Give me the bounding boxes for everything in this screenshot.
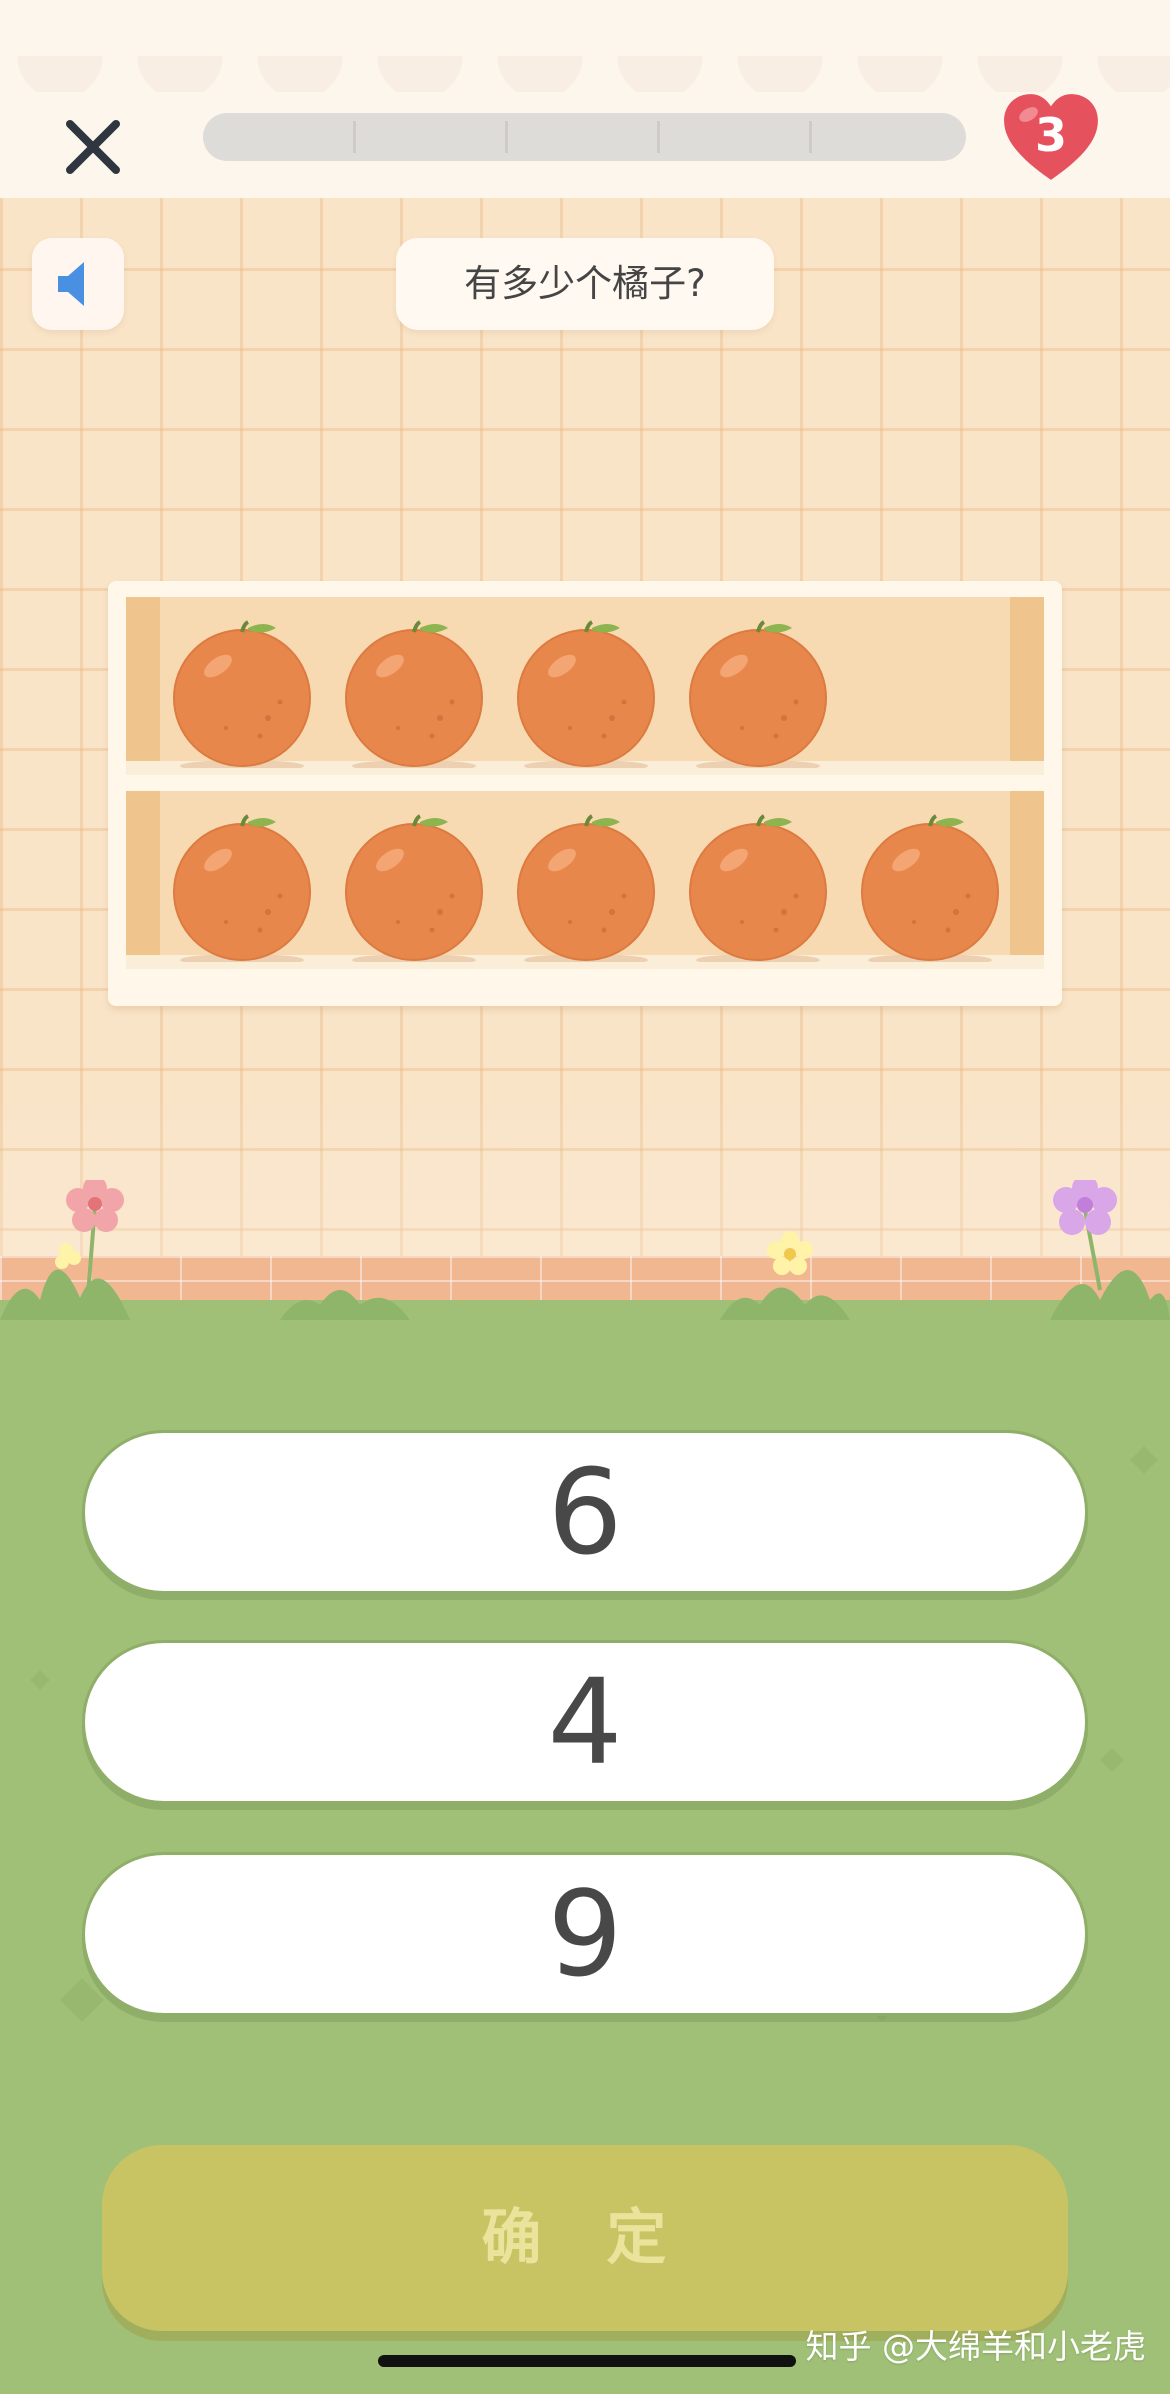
answer-option-1[interactable]: 6	[82, 1430, 1088, 1594]
progress-divider	[353, 121, 356, 153]
confirm-button[interactable]: 确 定	[102, 2145, 1068, 2331]
orange	[168, 812, 316, 966]
orange	[340, 618, 488, 772]
answer-option-2[interactable]: 4	[82, 1640, 1088, 1804]
orange	[340, 812, 488, 966]
orange	[512, 618, 660, 772]
top-bar	[0, 0, 1170, 198]
home-indicator	[378, 2355, 796, 2367]
sound-button[interactable]	[32, 238, 124, 330]
progress-divider	[809, 121, 812, 153]
close-button[interactable]	[58, 112, 128, 182]
orange	[856, 812, 1004, 966]
question-text: 有多少个橘子?	[396, 238, 774, 330]
answer-option-3[interactable]: 9	[82, 1852, 1088, 2016]
grass-decoration	[0, 1180, 1170, 1320]
awning-scallop	[0, 56, 1170, 92]
orange	[684, 812, 832, 966]
orange	[168, 618, 316, 772]
speaker-icon	[58, 262, 84, 306]
watermark: 知乎 @大绵羊和小老虎	[805, 2327, 1147, 2366]
progress-divider	[657, 121, 660, 153]
progress-divider	[505, 121, 508, 153]
lives-count: 3	[1034, 108, 1067, 162]
orange	[512, 812, 660, 966]
orange	[684, 618, 832, 772]
progress-bar	[203, 113, 966, 161]
close-icon	[66, 120, 120, 174]
